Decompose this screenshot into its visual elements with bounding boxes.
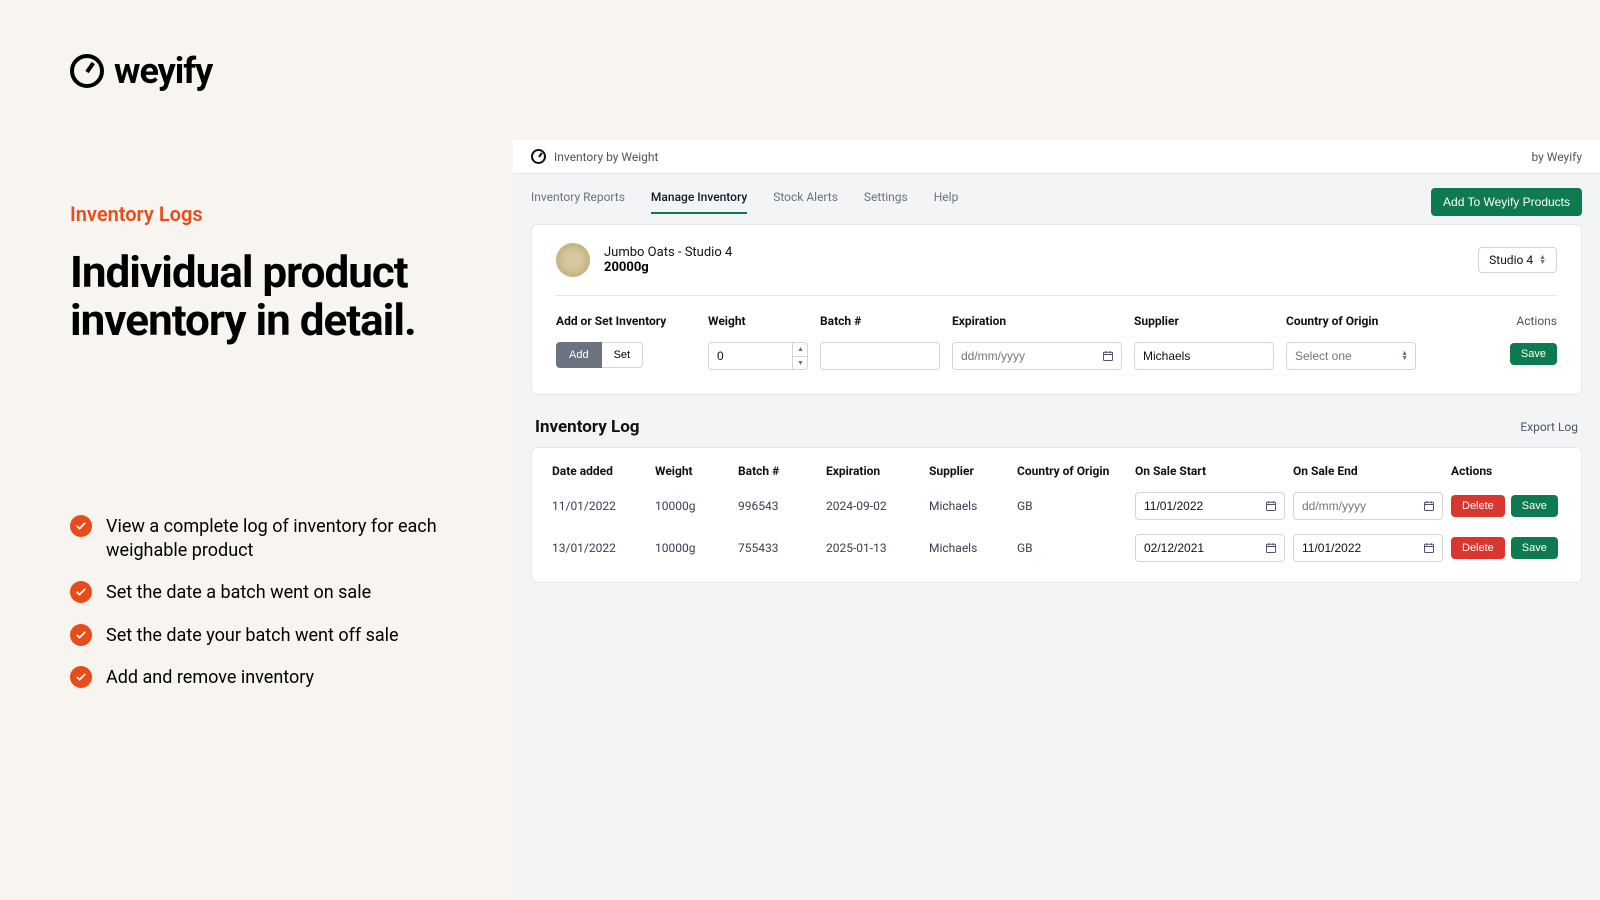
- save-button[interactable]: Save: [1510, 343, 1557, 365]
- tab-bar: Inventory Reports Manage Inventory Stock…: [531, 190, 958, 214]
- logcol-supplier: Supplier: [929, 464, 1009, 478]
- delete-button[interactable]: Delete: [1451, 537, 1505, 559]
- export-log-link[interactable]: Export Log: [1520, 420, 1578, 434]
- app-header: Inventory by Weight by Weyify: [513, 140, 1600, 174]
- logcol-weight: Weight: [655, 464, 730, 478]
- log-header-row: Date added Weight Batch # Expiration Sup…: [552, 464, 1561, 478]
- tab-manage-inventory[interactable]: Manage Inventory: [651, 190, 747, 214]
- cell-country: GB: [1017, 541, 1127, 555]
- cell-supplier: Michaels: [929, 541, 1009, 555]
- expiration-input[interactable]: [952, 342, 1122, 370]
- toggle-set[interactable]: Set: [602, 342, 644, 368]
- logcol-date: Date added: [552, 464, 647, 478]
- logo-text: weyify: [114, 50, 212, 92]
- product-thumbnail: [556, 243, 590, 277]
- feature-list: View a complete log of inventory for eac…: [70, 515, 473, 708]
- tab-inventory-reports[interactable]: Inventory Reports: [531, 190, 625, 214]
- bullet-text: Set the date a batch went on sale: [106, 581, 371, 605]
- check-icon: [70, 515, 92, 537]
- check-icon: [70, 666, 92, 688]
- logcol-batch: Batch #: [738, 464, 818, 478]
- table-row: 13/01/2022 10000g 755433 2025-01-13 Mich…: [552, 534, 1561, 562]
- bullet-text: View a complete log of inventory for eac…: [106, 515, 473, 564]
- inventory-log-title: Inventory Log: [535, 417, 640, 437]
- end-date-input[interactable]: [1293, 534, 1443, 562]
- calendar-icon: [1265, 500, 1277, 512]
- app-title: Inventory by Weight: [554, 150, 658, 164]
- app-logo-icon: [531, 149, 546, 164]
- cell-weight: 10000g: [655, 541, 730, 555]
- row-save-button[interactable]: Save: [1511, 537, 1558, 559]
- logo-mark-icon: [70, 54, 104, 88]
- logcol-end: On Sale End: [1293, 464, 1443, 478]
- col-batch: Batch #: [820, 314, 940, 328]
- location-select[interactable]: Studio 4 ▲▼: [1478, 247, 1557, 273]
- toggle-add[interactable]: Add: [556, 342, 602, 368]
- logcol-actions: Actions: [1451, 464, 1561, 478]
- chevron-down-icon[interactable]: ▼: [793, 357, 808, 371]
- cell-supplier: Michaels: [929, 499, 1009, 513]
- list-item: View a complete log of inventory for eac…: [70, 515, 473, 564]
- row-save-button[interactable]: Save: [1511, 495, 1558, 517]
- cell-batch: 755433: [738, 541, 818, 555]
- logcol-expiration: Expiration: [826, 464, 921, 478]
- calendar-icon: [1423, 542, 1435, 554]
- product-quantity: 20000g: [604, 260, 732, 275]
- weight-steppers[interactable]: ▲▼: [792, 342, 808, 370]
- add-to-products-button[interactable]: Add To Weyify Products: [1431, 188, 1582, 216]
- col-expiration: Expiration: [952, 314, 1122, 328]
- cell-expiration: 2024-09-02: [826, 499, 921, 513]
- batch-input[interactable]: [820, 342, 940, 370]
- cell-country: GB: [1017, 499, 1127, 513]
- col-weight: Weight: [708, 314, 808, 328]
- bullet-text: Set the date your batch went off sale: [106, 624, 399, 648]
- app-byline: by Weyify: [1531, 150, 1582, 164]
- col-actions: Actions: [1428, 314, 1557, 328]
- start-date-input[interactable]: [1135, 534, 1285, 562]
- tab-help[interactable]: Help: [934, 190, 959, 214]
- page-title: Individual product inventory in detail.: [70, 248, 473, 345]
- country-select[interactable]: [1286, 342, 1416, 370]
- list-item: Set the date your batch went off sale: [70, 624, 473, 648]
- chevron-up-icon[interactable]: ▲: [793, 342, 808, 357]
- check-icon: [70, 624, 92, 646]
- product-name: Jumbo Oats - Studio 4: [604, 245, 732, 260]
- table-row: 11/01/2022 10000g 996543 2024-09-02 Mich…: [552, 492, 1561, 520]
- sort-icon: ▲▼: [1401, 351, 1408, 361]
- calendar-icon: [1102, 350, 1114, 362]
- col-supplier: Supplier: [1134, 314, 1274, 328]
- cell-date: 13/01/2022: [552, 541, 647, 555]
- calendar-icon: [1265, 542, 1277, 554]
- supplier-input[interactable]: [1134, 342, 1274, 370]
- check-icon: [70, 581, 92, 603]
- start-date-input[interactable]: [1135, 492, 1285, 520]
- logcol-start: On Sale Start: [1135, 464, 1285, 478]
- add-set-toggle[interactable]: Add Set: [556, 342, 696, 368]
- col-addset: Add or Set Inventory: [556, 314, 696, 328]
- calendar-icon: [1423, 500, 1435, 512]
- list-item: Set the date a batch went on sale: [70, 581, 473, 605]
- logo: weyify: [70, 50, 473, 92]
- cell-date: 11/01/2022: [552, 499, 647, 513]
- cell-expiration: 2025-01-13: [826, 541, 921, 555]
- tab-stock-alerts[interactable]: Stock Alerts: [773, 190, 838, 214]
- tab-settings[interactable]: Settings: [864, 190, 908, 214]
- logcol-country: Country of Origin: [1017, 464, 1127, 478]
- bullet-text: Add and remove inventory: [106, 666, 314, 690]
- cell-weight: 10000g: [655, 499, 730, 513]
- delete-button[interactable]: Delete: [1451, 495, 1505, 517]
- cell-batch: 996543: [738, 499, 818, 513]
- list-item: Add and remove inventory: [70, 666, 473, 690]
- end-date-input[interactable]: [1293, 492, 1443, 520]
- location-select-label: Studio 4: [1489, 253, 1533, 267]
- col-country: Country of Origin: [1286, 314, 1416, 328]
- sort-icon: ▲▼: [1539, 255, 1546, 265]
- eyebrow-label: Inventory Logs: [70, 202, 473, 226]
